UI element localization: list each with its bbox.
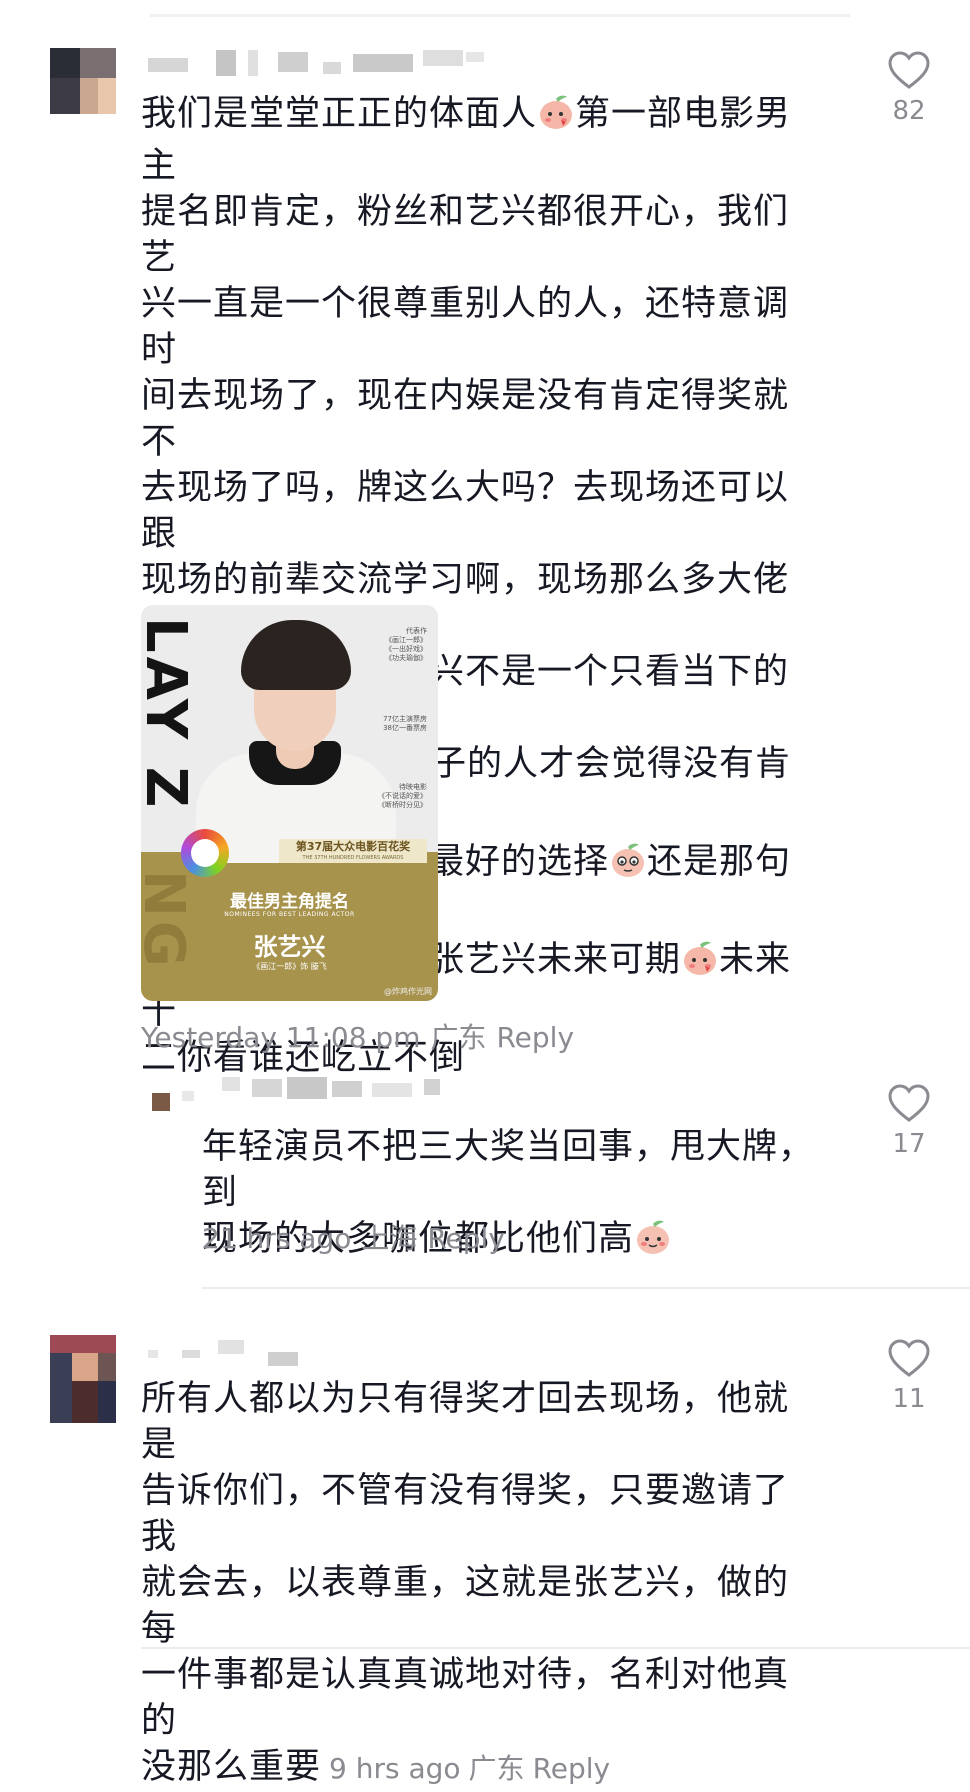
like-count: 11	[892, 1384, 926, 1414]
comment-text: 所有人都以为只有得奖才回去现场，他就是 告诉你们，不管有没有得奖，只要邀请了我 …	[141, 1376, 821, 1792]
peach-face-emoji-icon	[609, 841, 647, 891]
comment-text-segment: 告诉你们，不管有没有得奖，只要邀请了我	[141, 1471, 790, 1557]
like-button[interactable]: 17	[877, 1083, 941, 1159]
heart-outline-icon	[888, 1339, 930, 1377]
like-button[interactable]: 82	[877, 50, 941, 126]
comment-meta: Yesterday 11:08 pm 广东 Reply	[141, 1016, 584, 1056]
comment-location: 广东	[430, 1021, 487, 1054]
poster-upcoming-list: 《不说话的爱》 《断桥时分见》	[378, 792, 427, 809]
username-blurred[interactable]	[182, 1077, 462, 1103]
poster-works: 代表作 《画江一郎》 《一出好戏》 《功夫瑜伽》	[371, 627, 427, 663]
poster-award-title-en: THE 37TH HUNDRED FLOWERS AWARDS	[302, 855, 404, 861]
reply-button[interactable]: Reply	[427, 1222, 505, 1255]
heart-outline-icon	[888, 51, 930, 89]
comment-meta: 9 hrs ago 广东 Reply	[321, 1752, 610, 1785]
username-blurred[interactable]	[148, 50, 488, 76]
comment-text-segment: 年轻演员不把三大奖当回事，甩大牌，到	[202, 1127, 815, 1213]
poster-works-label: 代表作	[406, 627, 427, 635]
comment-time: Yesterday 11:08 pm	[141, 1021, 421, 1054]
poster-upcoming-label: 待映电影	[399, 783, 427, 791]
poster-box-office: 77亿主演票房 38亿一番票房	[383, 715, 427, 732]
poster-actor-name: 张艺兴	[253, 932, 326, 961]
comment-divider	[202, 1287, 970, 1289]
comment-time: 21 hrs ago	[202, 1222, 352, 1255]
poster-portrait-hair	[241, 620, 351, 690]
reply-button[interactable]: Reply	[533, 1752, 611, 1785]
poster-category: 最佳男主角提名	[230, 892, 349, 912]
comment-text-segment: 就会去，以表尊重，这就是张艺兴，做的每	[141, 1563, 790, 1649]
like-button[interactable]: 11	[877, 1338, 941, 1414]
poster-category-en: NOMINEES FOR BEST LEADING ACTOR	[224, 911, 355, 918]
like-count: 82	[892, 96, 926, 126]
poster-award-banner: 第37届大众电影百花奖 THE 37TH HUNDRED FLOWERS AWAR…	[279, 839, 427, 863]
poster-watermark: @炸鸡作光网	[384, 987, 432, 996]
comment-text-segment: 没那么重要	[141, 1747, 322, 1787]
top-divider	[150, 14, 850, 17]
poster-upcoming: 待映电影 《不说话的爱》 《断桥时分见》	[371, 783, 427, 810]
avatar-small[interactable]	[152, 1093, 170, 1111]
poster-vertical-name: LAY Z	[141, 617, 198, 812]
comment-meta: 21 hrs ago 上海 Reply	[202, 1217, 515, 1257]
like-count: 17	[892, 1129, 926, 1159]
poster-role: 《画江一郎》饰 滕飞	[252, 962, 327, 971]
peach-face-emoji-icon	[681, 939, 719, 989]
heart-outline-icon	[888, 1084, 930, 1122]
comment-text-segment: 一件事都是认真真诚地对待，名利对他真的	[141, 1655, 790, 1741]
poster-award-title: 第37届大众电影百花奖	[295, 840, 411, 853]
username-blurred[interactable]	[148, 1340, 328, 1366]
comment-time: 9 hrs ago	[329, 1752, 461, 1785]
peach-face-emoji-icon	[537, 93, 575, 143]
comment-location: 广东	[468, 1752, 525, 1785]
comment-text-segment: 我们是堂堂正正的体面人	[141, 94, 538, 134]
award-poster-image[interactable]: LAY Z NG 代表作 《画江一郎》 《一出好戏》 《功夫瑜伽》 77亿主演票…	[141, 605, 438, 1001]
avatar[interactable]	[50, 48, 116, 114]
comment-text-segment: 所有人都以为只有得奖才回去现场，他就是	[141, 1379, 790, 1465]
comment-location: 上海	[361, 1222, 418, 1255]
peach-face-emoji-icon	[634, 1218, 672, 1268]
reply-button[interactable]: Reply	[496, 1021, 574, 1054]
avatar[interactable]	[50, 1335, 116, 1423]
poster-works-list: 《画江一郎》 《一出好戏》 《功夫瑜伽》	[385, 636, 427, 662]
comment-divider	[141, 1647, 970, 1649]
hundred-flowers-logo	[181, 829, 229, 877]
